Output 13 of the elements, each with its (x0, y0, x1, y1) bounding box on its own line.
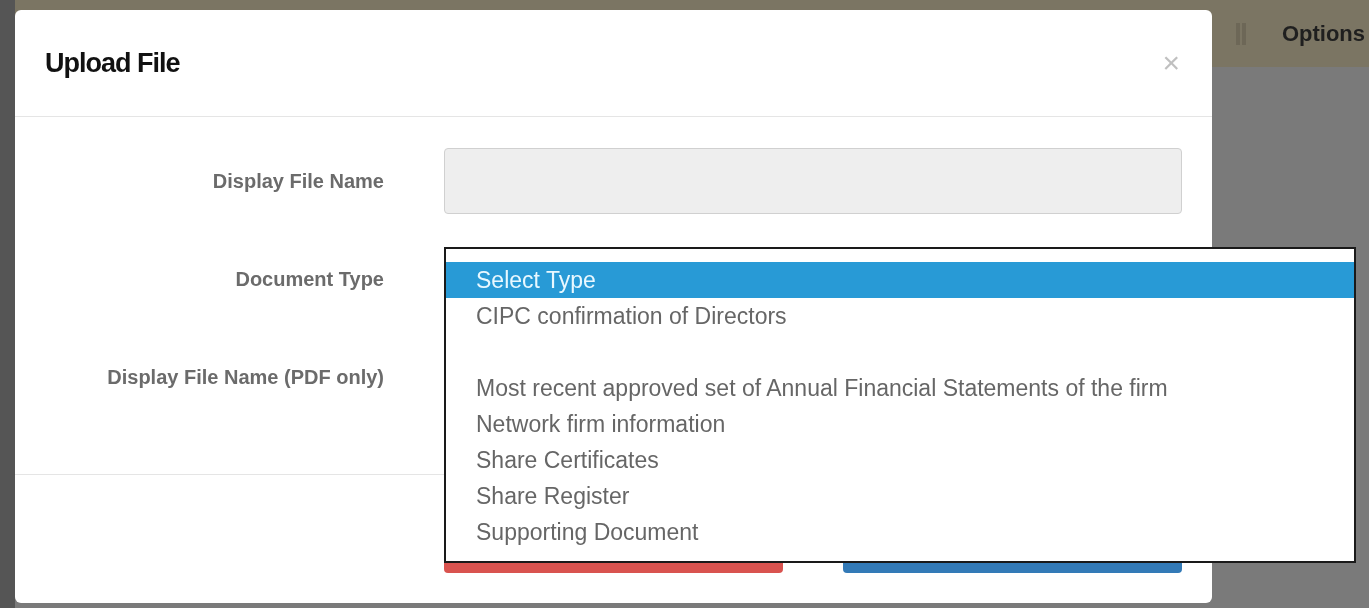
field-label: Document Type (234, 267, 384, 292)
dropdown-option[interactable]: Share Register (446, 478, 1354, 514)
dropdown-option[interactable]: Network firm information (446, 406, 1354, 442)
dropdown-option[interactable]: Supporting Document (446, 514, 1354, 550)
input-field[interactable] (444, 148, 1182, 214)
field-label: Display File Name (PDF only) (106, 365, 384, 390)
dropdown-option[interactable]: CIPC confirmation of Directors (446, 298, 1354, 334)
dropdown-option[interactable]: Select Type (446, 262, 1354, 298)
dialog-title: Upload File (45, 46, 180, 80)
field-label: Display File Name (211, 169, 384, 194)
options-heading: Options (1281, 20, 1365, 48)
dropdown-option[interactable]: Most recent approved set of Annual Financial Statements of the firm (446, 370, 1354, 406)
dropdown-option[interactable]: Share Certificates (446, 442, 1354, 478)
